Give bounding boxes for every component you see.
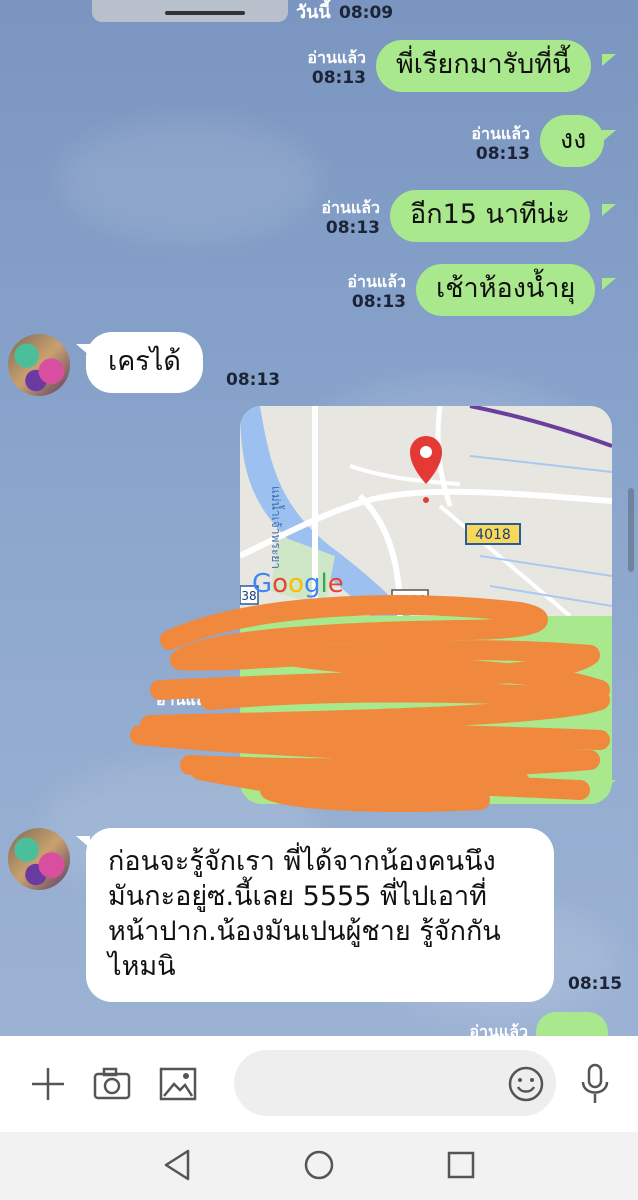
river-label: แม่น้ำเจ้าพระยา [269,486,285,569]
emoji-icon[interactable] [507,1065,545,1103]
bubble-tail [602,54,616,66]
outgoing-message[interactable]: พี่เรียกมารับที่นี้ [376,40,591,93]
message-time: 08:15 [568,974,623,994]
message-line: มันกะอยู่ซ.นี้เลย 5555 พี่ไปเอาที่ [108,881,487,913]
message-time: 08:13 [475,144,530,164]
message-time: 08:13 [325,218,380,238]
message-text: งง [560,124,587,155]
chat-area[interactable]: วันนี้ 08:09 อ่านแล้ว 08:13 พี่เรียกมารั… [0,0,638,1036]
bubble-tail [602,780,616,792]
outgoing-message[interactable]: งง [540,115,605,168]
clipped-time: 08:09 [339,3,394,23]
camera-icon[interactable] [92,1066,132,1102]
message-meta: อ่านแล้ว 08:13 [308,272,406,312]
microphone-icon[interactable] [578,1062,612,1106]
message-time: 08:14 [284,790,339,810]
read-receipt: อ่านแล้ว [469,1022,528,1036]
read-receipt: อ่านแล้ว [471,124,530,143]
road-label-1: 4018 [475,527,511,543]
message-line: ก่อนจะรู้จักเรา พี่ได้จากน้องคนนึง [108,846,496,877]
road-label-2: 3110 [393,594,426,609]
read-receipt: อ่านแล้ว [321,198,380,217]
incoming-message[interactable]: เครได้ [86,332,203,394]
plus-icon[interactable] [30,1066,66,1102]
message-time: 08:13 [311,68,366,88]
back-icon[interactable] [162,1148,194,1182]
outgoing-message[interactable]: อีก15 นาทีน่ะ [390,190,590,243]
message-meta: อ่านแล้ว 08:13 [268,48,366,88]
input-bar [0,1036,638,1132]
message-text: เครได้ [108,346,181,377]
image-icon[interactable] [158,1066,198,1102]
status-pill-bar [165,11,245,15]
read-receipt: อ่านแล้ว [307,48,366,67]
system-nav-bar [0,1132,638,1200]
message-text: พี่เรียกมารับที่นี้ [396,49,571,80]
message-line: ไหมนิ [108,951,176,983]
google-logo: Google [252,569,344,599]
message-meta: อ่านแล้ว 08:13 [282,198,380,238]
location-card[interactable]: 4018 3110 38 แม่น้ำเจ้าพระยา Google [240,406,612,804]
message-line: หน้าปาก.น้องมันเปนผู้ชาย รู้จักกัน [108,916,501,948]
bubble-tail [602,204,616,216]
recents-icon[interactable] [446,1150,476,1180]
read-receipt: อ่านแล้ว [156,690,215,709]
incoming-message[interactable]: ก่อนจะรู้จักเรา พี่ได้จากน้องคนนึง มันกะ… [86,828,554,1003]
message-time: 08:13 [226,370,281,390]
outgoing-message[interactable]: เช้าห้องน้ำยุ [416,264,596,317]
read-receipt: อ่านแล้ว [347,272,406,291]
bubble-tail [602,130,616,142]
message-time: 08:13 [351,292,406,312]
message-text: อีก15 นาทีน่ะ [410,199,570,230]
message-text: เช้าห้องน้ำยุ [436,273,576,304]
outgoing-message-partial[interactable] [536,1012,608,1036]
message-meta: อ่านแล้ว [440,1022,528,1036]
message-meta: อ่านแล้ว 08:13 [432,124,530,164]
home-icon[interactable] [303,1149,335,1181]
date-chip-label: วันนี้ [296,2,331,23]
map-image: 4018 3110 38 แม่น้ำเจ้าพระยา Google [240,406,612,804]
contact-avatar[interactable] [8,828,70,890]
contact-avatar[interactable] [8,334,70,396]
bubble-tail [602,278,616,290]
date-chip: วันนี้ 08:09 [296,0,393,26]
message-meta: อ่านแล้ว [156,690,236,710]
scrollbar[interactable] [628,488,634,572]
